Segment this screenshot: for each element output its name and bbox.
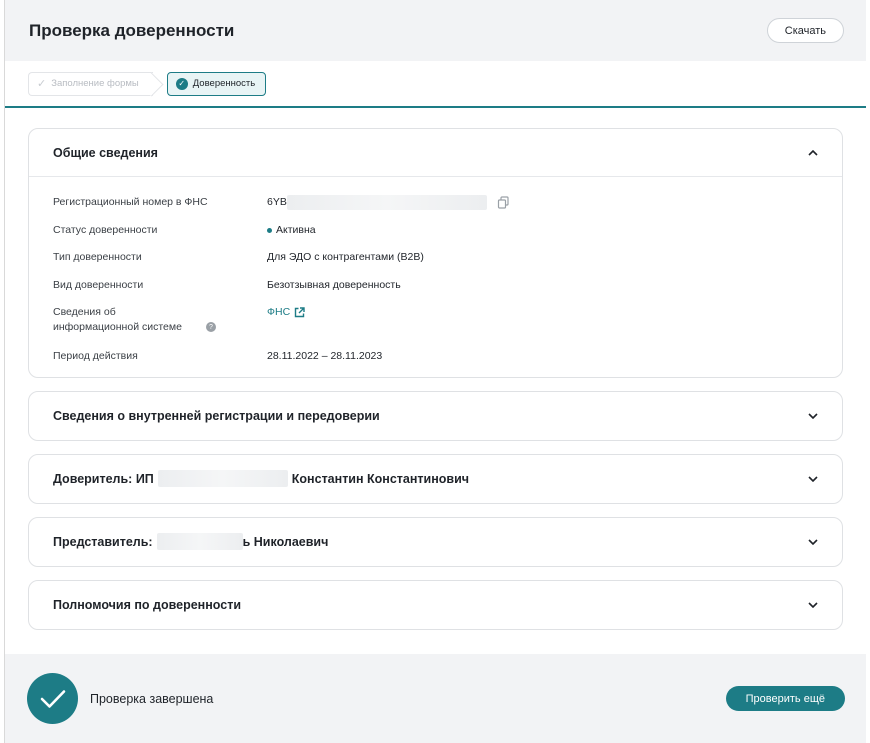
principal-prefix: Доверитель: ИП: [53, 471, 154, 486]
section-title: Сведения о внутренней регистрации и пере…: [53, 408, 380, 423]
download-button[interactable]: Скачать: [766, 18, 844, 43]
row-label: Тип доверенности: [53, 251, 142, 263]
info-row: Тип доверенности Для ЭДО с контрагентами…: [53, 244, 818, 272]
modal-footer: Проверка завершена Проверить ещё: [5, 654, 866, 743]
powers-header[interactable]: Полномочия по доверенности: [29, 581, 842, 629]
general-info-header[interactable]: Общие сведения: [29, 129, 842, 177]
row-value: Для ЭДО с контрагентами (B2B): [267, 251, 424, 263]
general-info-card: Общие сведения Регистрационный номер в Ф…: [28, 128, 843, 378]
chevron-down-icon[interactable]: [808, 600, 818, 610]
link-text: ФНС: [267, 306, 291, 318]
chevron-up-icon[interactable]: [808, 148, 818, 158]
reg-number: 6YB: [267, 196, 287, 208]
chevron-down-icon[interactable]: [808, 474, 818, 484]
row-value: Активна: [267, 223, 316, 238]
modal-header: Проверка доверенности Скачать: [5, 0, 866, 61]
powers-card: Полномочия по доверенности: [28, 579, 843, 630]
footer-status: Проверка завершена: [27, 673, 213, 724]
recheck-button[interactable]: Проверить ещё: [725, 686, 845, 711]
step-label: Доверенность: [192, 78, 256, 89]
general-info-rows: Регистрационный номер в ФНС 6YB Статус д…: [29, 177, 842, 377]
representative-card: Представитель: ь Николаевич: [28, 516, 843, 567]
main-content: Общие сведения Регистрационный номер в Ф…: [5, 108, 866, 630]
help-icon[interactable]: ?: [206, 322, 216, 333]
row-label: Период действия: [53, 350, 138, 362]
chevron-down-icon[interactable]: [808, 537, 818, 547]
row-label-text: Сведения об информационной системе: [53, 306, 182, 333]
redacted-text: [157, 470, 288, 487]
check-circle-icon: [27, 673, 78, 724]
representative-name: ь Николаевич: [242, 534, 329, 549]
step-form[interactable]: ✓ Заполнение формы: [28, 71, 153, 96]
check-circle-icon: ✓: [175, 77, 188, 90]
principal-name: Константин Константинович: [291, 471, 470, 486]
info-row: Регистрационный номер в ФНС 6YB: [53, 189, 818, 217]
external-link-icon: [294, 307, 305, 318]
row-value: 6YB: [267, 195, 510, 210]
internal-registration-card: Сведения о внутренней регистрации и пере…: [28, 390, 843, 441]
section-title: Полномочия по доверенности: [53, 597, 242, 612]
row-value: ФНС: [267, 305, 305, 320]
step-label: Заполнение формы: [51, 78, 139, 89]
step-poa[interactable]: ✓ Доверенность: [166, 71, 267, 96]
verification-modal: Проверка доверенности Скачать ✓ Заполнен…: [4, 0, 866, 743]
row-value: Безотзывная доверенность: [267, 278, 401, 291]
row-label: Статус доверенности: [53, 223, 158, 236]
redacted-text: [156, 533, 243, 550]
section-title: Доверитель: ИП Константин Константинович: [53, 470, 469, 487]
section-title: Общие сведения: [53, 145, 158, 160]
principal-card: Доверитель: ИП Константин Константинович: [28, 453, 843, 504]
redacted-text: [286, 195, 487, 210]
status-badge: Активна: [276, 223, 316, 236]
chevron-down-icon[interactable]: [808, 411, 818, 421]
row-value: 28.11.2022 – 28.11.2023: [267, 350, 383, 362]
info-row: Период действия 28.11.2022 – 28.11.2023: [53, 343, 818, 371]
fns-link[interactable]: ФНС: [267, 305, 305, 320]
representative-header[interactable]: Представитель: ь Николаевич: [29, 518, 842, 566]
status-text: Проверка завершена: [90, 691, 214, 706]
status-dot-icon: [267, 227, 272, 233]
info-row: Сведения об информационной системе? ФНС: [53, 299, 818, 343]
principal-header[interactable]: Доверитель: ИП Константин Константинович: [29, 455, 842, 503]
page-title: Проверка доверенности: [29, 20, 235, 40]
representative-prefix: Представитель:: [53, 534, 153, 549]
section-title: Представитель: ь Николаевич: [53, 533, 328, 550]
info-row: Вид доверенности Безотзывная доверенност…: [53, 272, 818, 300]
check-icon: ✓: [37, 78, 47, 90]
row-label: Вид доверенности: [53, 278, 144, 291]
row-label: Сведения об информационной системе?: [53, 305, 267, 335]
copy-icon[interactable]: [497, 196, 510, 209]
internal-registration-header[interactable]: Сведения о внутренней регистрации и пере…: [29, 392, 842, 440]
row-label: Регистрационный номер в ФНС: [53, 196, 208, 208]
info-row: Статус доверенности Активна: [53, 217, 818, 245]
stepper: ✓ Заполнение формы ✓ Доверенность: [5, 61, 866, 108]
